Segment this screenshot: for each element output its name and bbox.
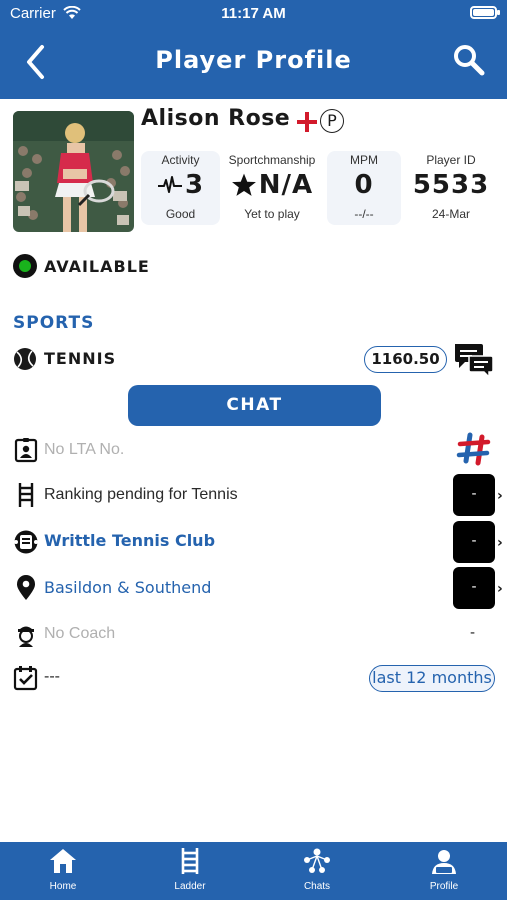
lta-number: No LTA No. xyxy=(44,441,125,458)
tennis-ball-icon xyxy=(14,348,36,370)
rating-badge: 1160.50 xyxy=(364,346,447,373)
coach-icon xyxy=(18,626,34,647)
ladder-icon xyxy=(18,483,34,507)
page-title: Player Profile xyxy=(155,46,352,74)
club-button[interactable]: - xyxy=(453,521,495,563)
chat-bubbles-icon[interactable] xyxy=(453,342,495,378)
region-link[interactable]: Basildon & Southend xyxy=(44,578,211,597)
avatar xyxy=(13,111,134,232)
activity-label: Activity xyxy=(161,153,200,167)
status-time: 11:17 AM xyxy=(221,5,286,22)
club-icon xyxy=(14,530,38,554)
chevron-right-icon: › xyxy=(497,535,503,551)
coach-value: - xyxy=(470,625,476,641)
tab-ladder[interactable]: Ladder xyxy=(127,842,253,900)
sportsmanship-sub: Yet to play xyxy=(244,207,300,221)
player-id-sub: 24-Mar xyxy=(431,207,470,221)
sportsmanship-label: Sportchmanship xyxy=(228,153,316,167)
tab-profile-label: Profile xyxy=(429,881,459,892)
top-bar: Carrier 11:17 AM Player Profile xyxy=(0,0,507,99)
activity-stat: Activity 3 Good xyxy=(141,151,220,225)
player-id-stat: Player ID 5533 24-Mar xyxy=(405,151,497,225)
availability-status: AVAILABLE xyxy=(44,257,150,276)
chevron-right-icon: › xyxy=(497,488,503,504)
pro-badge-icon: P xyxy=(320,109,344,133)
mpm-value: 0 xyxy=(354,170,374,200)
mpm-sub: --/-- xyxy=(354,207,374,221)
hashtag-icon[interactable] xyxy=(456,431,492,467)
period-selector[interactable]: last 12 months xyxy=(369,665,495,692)
player-id-value: 5533 xyxy=(412,170,490,200)
england-flag-icon xyxy=(297,112,317,132)
location-pin-icon xyxy=(17,575,35,600)
checklist-icon xyxy=(13,666,38,691)
tab-ladder-label: Ladder xyxy=(174,881,206,892)
tab-home[interactable]: Home xyxy=(0,842,126,900)
ladder-icon xyxy=(181,848,199,874)
battery-icon xyxy=(470,6,500,19)
player-name: Alison Rose xyxy=(141,106,291,131)
sports-section-title: SPORTS xyxy=(13,313,95,333)
status-bar: Carrier 11:17 AM xyxy=(0,0,507,28)
pulse-icon xyxy=(157,176,182,193)
tab-home-label: Home xyxy=(49,881,77,892)
mpm-label: MPM xyxy=(350,153,378,167)
results-summary: --- xyxy=(44,668,60,685)
availability-indicator-icon xyxy=(13,254,37,278)
profile-icon xyxy=(432,850,456,874)
home-icon xyxy=(50,849,76,873)
club-link[interactable]: Writtle Tennis Club xyxy=(44,531,215,550)
activity-value: 3 xyxy=(184,170,205,200)
star-icon xyxy=(231,173,256,196)
tab-profile[interactable]: Profile xyxy=(381,842,507,900)
id-badge-icon xyxy=(14,438,38,463)
chevron-right-icon: › xyxy=(497,581,503,597)
search-icon[interactable] xyxy=(451,42,487,78)
tab-chats[interactable]: Chats xyxy=(254,842,380,900)
ranking-button[interactable]: - xyxy=(453,474,495,516)
activity-sub: Good xyxy=(165,207,196,221)
region-button[interactable]: - xyxy=(453,567,495,609)
tab-bar: Home Ladder Chats Profile xyxy=(0,842,507,900)
sportsmanship-value: N/A xyxy=(258,170,314,200)
sportsmanship-stat: Sportchmanship N/A Yet to play xyxy=(222,151,322,225)
player-id-label: Player ID xyxy=(426,153,476,167)
mpm-stat: MPM 0 --/-- xyxy=(327,151,401,225)
ranking-status: Ranking pending for Tennis xyxy=(44,486,238,503)
coach-status: No Coach xyxy=(44,625,116,642)
chats-icon xyxy=(304,848,330,873)
tab-chats-label: Chats xyxy=(303,881,331,892)
sport-name: TENNIS xyxy=(44,349,117,368)
chat-button[interactable]: CHAT xyxy=(128,385,381,426)
